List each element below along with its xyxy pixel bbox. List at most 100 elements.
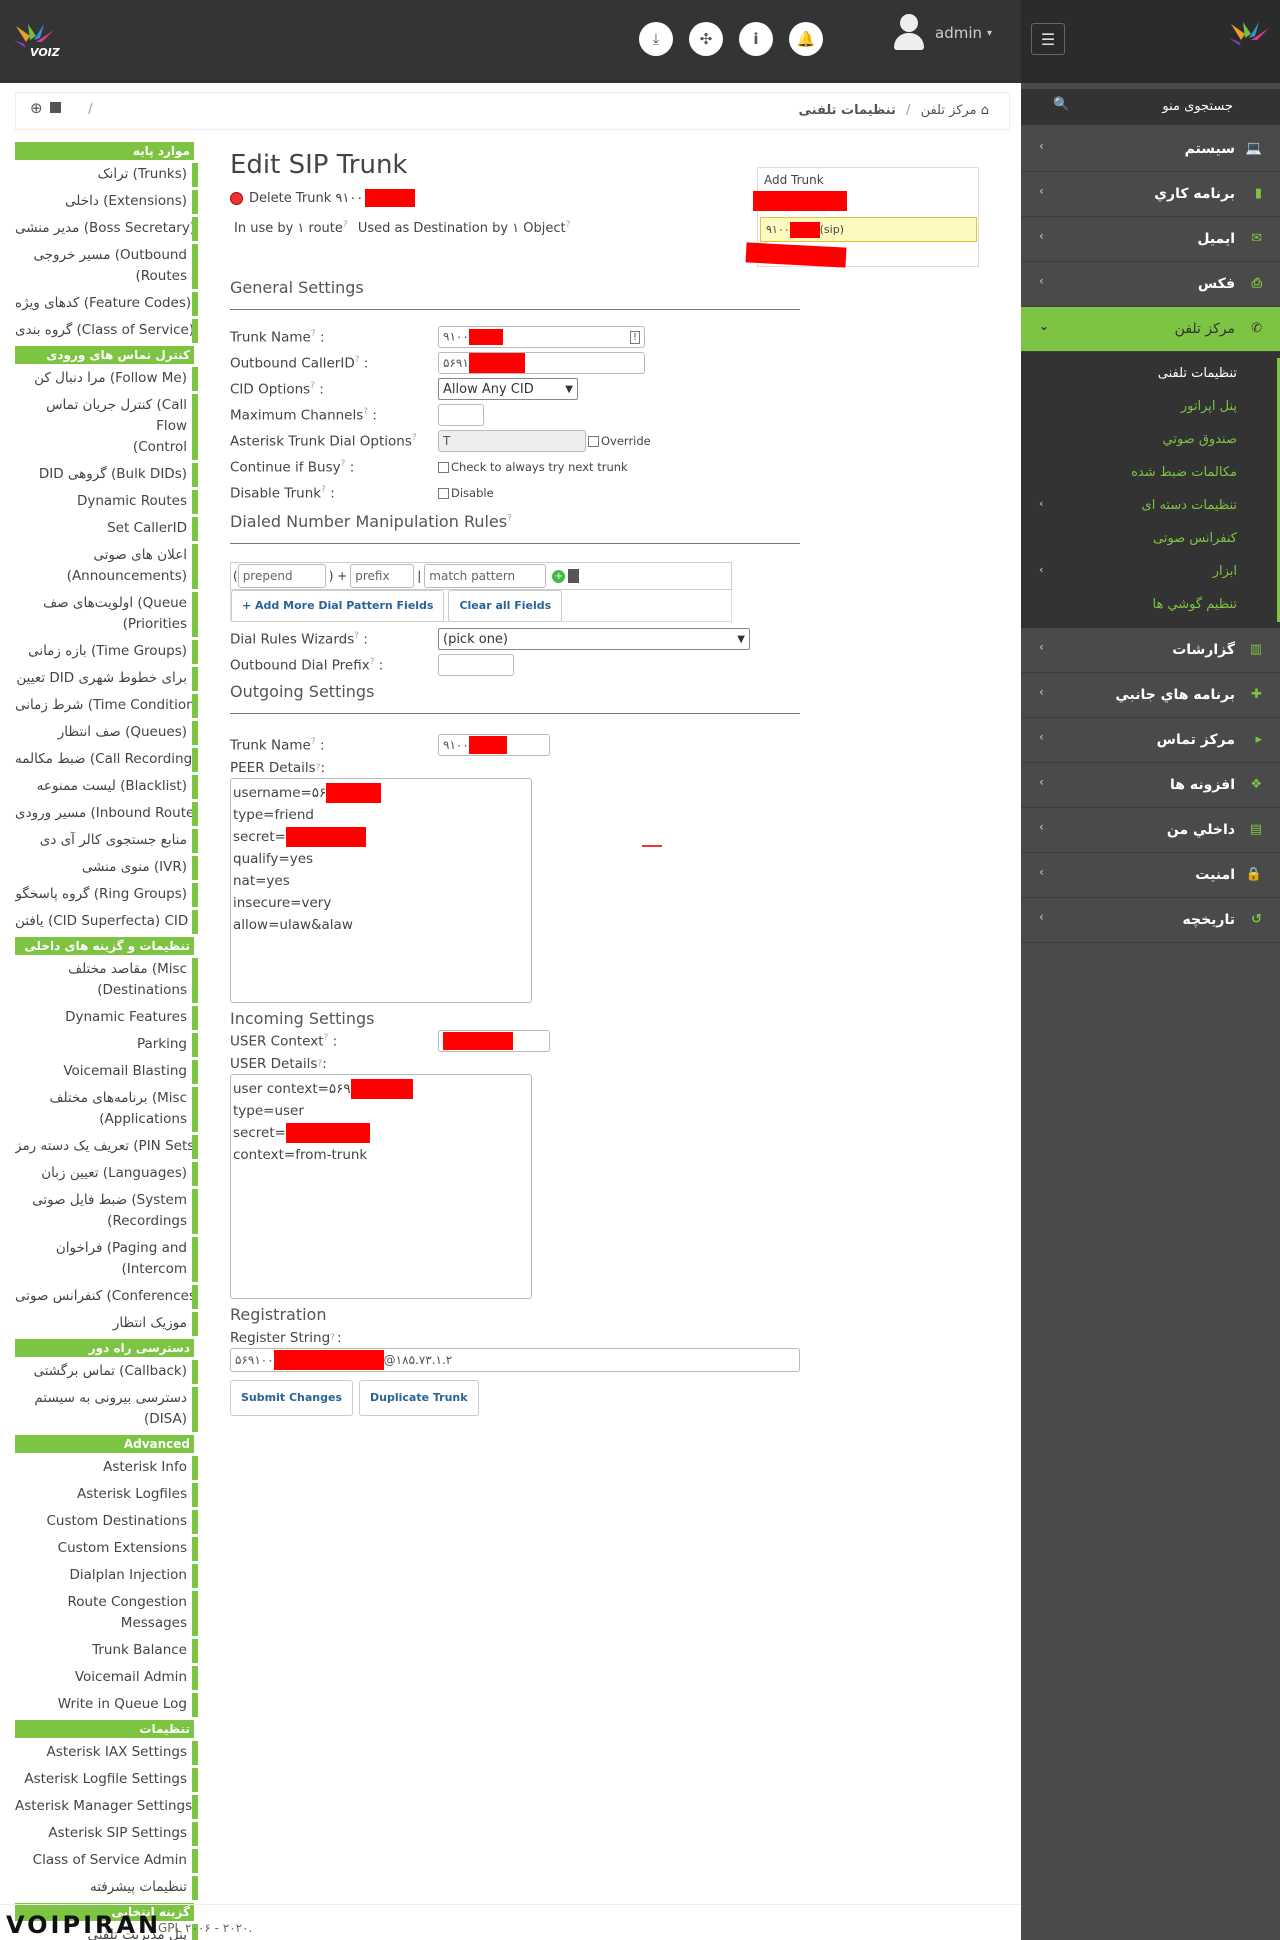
duplicate-trunk-button[interactable]: Duplicate Trunk <box>359 1380 479 1417</box>
add-trunk-link[interactable]: Add Trunk <box>764 173 824 187</box>
nav-item[interactable]: شرط زمانی (Time Conditions) <box>15 694 198 718</box>
nav-item[interactable]: Dynamic Features <box>15 1006 198 1030</box>
nav-item[interactable]: Trunk Balance <box>15 1639 198 1663</box>
nav-item[interactable]: اولویت‌های صف (Queue (Priorities <box>15 592 198 637</box>
trunk-list-item[interactable]: ۹۱۰۰ (sip) <box>760 217 977 242</box>
dial-options-input[interactable]: T <box>438 430 586 453</box>
nav-item[interactable]: Dynamic Routes <box>15 490 198 514</box>
delete-trunk-link[interactable]: Delete Trunk ۹۱۰۰ <box>230 188 800 208</box>
help-icon[interactable]: ? <box>363 407 368 417</box>
nav-item[interactable]: گروه بندی (Class of Service) <box>15 319 198 343</box>
help-icon[interactable]: ? <box>310 381 315 391</box>
breadcrumb-section[interactable]: مرکز تلفن <box>921 103 977 118</box>
help-icon[interactable]: ? <box>412 433 417 443</box>
override-checkbox[interactable] <box>588 435 599 447</box>
download-icon[interactable]: ⤓ <box>639 22 673 56</box>
user-menu[interactable]: admin ▾ <box>893 14 992 52</box>
nav-item[interactable]: Voicemail Blasting <box>15 1060 198 1084</box>
out-trunk-name-input[interactable]: ۹۱۰۰ <box>438 734 550 757</box>
help-icon[interactable]: ? <box>311 329 316 339</box>
nav-item[interactable]: ضبط مکالمه (Call Recording) <box>15 748 198 772</box>
nav-item[interactable]: Asterisk Info <box>15 1456 198 1480</box>
trash-icon[interactable] <box>568 569 580 584</box>
submenu-item-phone-provisioning[interactable]: تنظیم گوشي ها <box>1021 589 1280 622</box>
nav-item[interactable]: Asterisk SIP Settings <box>15 1822 198 1846</box>
puzzle-icon[interactable]: ✣ <box>689 22 723 56</box>
max-channels-input[interactable] <box>438 404 484 427</box>
nav-item[interactable]: Class of Service Admin <box>15 1849 198 1873</box>
bell-icon[interactable]: 🔔 <box>789 22 823 56</box>
help-icon[interactable]: ? <box>311 737 316 747</box>
menu-item-security[interactable]: ‹ امنیت 🔒 <box>1021 853 1280 898</box>
help-icon[interactable]: ? <box>370 657 375 667</box>
submenu-item-recordings[interactable]: مکالمات ضبط شده <box>1021 457 1280 490</box>
continue-busy-checkbox[interactable] <box>438 461 449 473</box>
info-icon[interactable]: i <box>739 22 773 56</box>
menu-search[interactable]: جستجوی منو 🔍 <box>1021 89 1280 125</box>
nav-item[interactable]: فراخوان (Paging and (Intercom <box>15 1237 198 1282</box>
help-icon[interactable]: ? <box>343 220 348 230</box>
match-pattern-input[interactable]: match pattern <box>424 564 547 589</box>
password-manager-icon[interactable]: ! <box>629 330 640 344</box>
nav-item[interactable]: دسترسی بیرونی به سیستم (DISA) <box>15 1387 198 1432</box>
register-string-input[interactable]: ۵۶۹۱۰۰ @۱۸۵.۷۳.۱.۲ <box>230 1348 800 1373</box>
nav-item[interactable]: منابع جستجوی کالر آی دی <box>15 829 198 853</box>
add-more-patterns-button[interactable]: + Add More Dial Pattern Fields <box>231 590 445 623</box>
menu-item-reports[interactable]: ‹ گزارشات ▥ <box>1021 628 1280 673</box>
peer-details-textarea[interactable]: username=۵۶ type=friend secret= qualify=… <box>230 778 532 1004</box>
nav-item[interactable]: لیست ممنوعه (Blacklist) <box>15 775 198 799</box>
nav-item[interactable]: صف انتظار (Queues) <box>15 721 198 745</box>
help-icon[interactable]: ? <box>324 1033 329 1043</box>
menu-item-fax[interactable]: ‹ فکس ⎙ <box>1021 262 1280 307</box>
globe-icon[interactable]: ⊕ <box>30 99 43 117</box>
submenu-item-operator-panel[interactable]: پنل اپراتور <box>1021 391 1280 424</box>
nav-item[interactable]: تماس برگشتی (Callback) <box>15 1360 198 1384</box>
submenu-item-voicemail[interactable]: صندوق صوتي <box>1021 424 1280 457</box>
nav-item[interactable]: برنامه‌های مختلف (Misc (Applications <box>15 1087 198 1132</box>
nav-item[interactable]: اعلان های صوتی (Announcements) <box>15 544 198 589</box>
help-icon[interactable]: ? <box>330 1333 335 1343</box>
nav-item[interactable]: ضبط فایل صوتی (System (Recordings <box>15 1189 198 1234</box>
trunk-name-input[interactable]: ۹۱۰۰! <box>438 326 645 349</box>
nav-item[interactable]: Write in Queue Log <box>15 1693 198 1717</box>
menu-item-my-extension[interactable]: ‹ داخلي من ▤ <box>1021 808 1280 853</box>
nav-item[interactable]: کنفرانس صوتی (Conferences) <box>15 1285 198 1309</box>
menu-item-pbx[interactable]: ⌄ مرکز تلفن ✆ <box>1021 307 1280 352</box>
nav-item[interactable]: یافتن (CID Superfecta) CID <box>15 910 198 934</box>
user-context-input[interactable] <box>438 1030 550 1053</box>
nav-item[interactable]: DID گروهی (Bulk DIDs) <box>15 463 198 487</box>
nav-item[interactable]: مدیر منشی (Boss Secretary) <box>15 217 198 241</box>
nav-item[interactable]: Custom Extensions <box>15 1537 198 1561</box>
menu-item-system[interactable]: ‹ سیستم 💻 <box>1021 127 1280 172</box>
nav-item[interactable]: Asterisk Logfiles <box>15 1483 198 1507</box>
nav-item[interactable]: کدهای ویژه (Feature Codes) <box>15 292 198 316</box>
menu-item-addons[interactable]: ‹ برنامه هاي جانبي ✚ <box>1021 673 1280 718</box>
nav-item[interactable]: مسیر ورودی (Inbound Routes) <box>15 802 198 826</box>
help-icon[interactable]: ? <box>341 459 346 469</box>
brand-logo[interactable]: VOIZ <box>14 22 66 64</box>
menu-item-plugins[interactable]: ‹ افزونه ها ❖ <box>1021 763 1280 808</box>
nav-item[interactable]: تعیین DID برای خطوط شهری <box>15 667 198 691</box>
help-icon[interactable]: ? <box>507 514 512 524</box>
notepad-icon[interactable] <box>50 102 62 113</box>
nav-item[interactable]: Asterisk IAX Settings <box>15 1741 198 1765</box>
submenu-item-bulk-settings[interactable]: ‹ تنظیمات دسته ای <box>1021 490 1280 523</box>
nav-item[interactable]: تعریف یک دسته رمز (PIN Sets) <box>15 1135 198 1159</box>
cid-options-select[interactable]: Allow Any CID ▼ <box>438 378 578 401</box>
nav-item[interactable]: Voicemail Admin <box>15 1666 198 1690</box>
nav-item[interactable]: مسیر خروجی (Outbound (Routes <box>15 244 198 289</box>
nav-item[interactable]: داخلی (Extensions) <box>15 190 198 214</box>
nav-item[interactable]: ترانک (Trunks) <box>15 163 198 187</box>
nav-item[interactable]: مرا دنبال کن (Follow Me) <box>15 367 198 391</box>
add-pattern-icon[interactable]: + <box>552 569 566 583</box>
nav-item[interactable]: Parking <box>15 1033 198 1057</box>
disable-trunk-checkbox[interactable] <box>438 487 449 499</box>
prefix-input[interactable]: prefix <box>350 564 415 589</box>
nav-item[interactable]: مقاصد مختلف (Misc (Destinations <box>15 958 198 1003</box>
submenu-item-pbx-settings[interactable]: تنظیمات تلفنی <box>1021 358 1280 391</box>
clear-fields-button[interactable]: Clear all Fields <box>448 590 563 623</box>
outbound-cid-input[interactable]: ۵۶۹۱ <box>438 352 645 375</box>
outbound-prefix-input[interactable] <box>438 654 514 677</box>
menu-item-history[interactable]: ‹ تاریخچه ↺ <box>1021 898 1280 943</box>
nav-item[interactable]: Asterisk Manager Settings <box>15 1795 198 1819</box>
